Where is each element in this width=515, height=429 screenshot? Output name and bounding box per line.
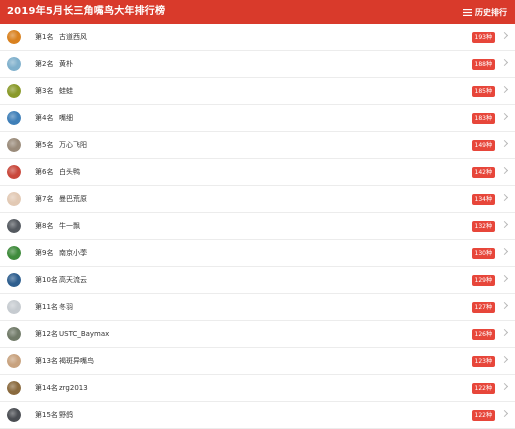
page-header: 2019年5月长三角嘴鸟大年排行榜 历史排行: [0, 0, 515, 24]
rank-label: 第12名: [35, 330, 58, 338]
ranking-row[interactable]: 第8名 牛一飘 132种: [0, 213, 515, 240]
user-name: 冬羽: [59, 303, 73, 311]
avatar: [7, 165, 21, 179]
user-name: zrg2013: [59, 384, 88, 392]
ranking-row[interactable]: 第7名 曼巴荒原 134种: [0, 186, 515, 213]
rank-label: 第3名: [35, 87, 54, 95]
user-name: 南京小荸: [59, 249, 87, 257]
ranking-row[interactable]: 第5名 万心飞阳 149种: [0, 132, 515, 159]
avatar: [7, 408, 21, 422]
ranking-row[interactable]: 第10名 高天流云 129种: [0, 267, 515, 294]
user-name: 曼巴荒原: [59, 195, 87, 203]
ranking-row[interactable]: 第14名 zrg2013 122种: [0, 375, 515, 402]
ranking-row[interactable]: 第13名 褐斑异嘴鸟 123种: [0, 348, 515, 375]
ranking-row[interactable]: 第12名 USTC_Baymax 126种: [0, 321, 515, 348]
avatar: [7, 192, 21, 206]
chevron-right-icon: [500, 85, 509, 94]
chevron-right-icon: [500, 355, 509, 364]
species-count-badge: 123种: [471, 356, 495, 367]
chevron-right-icon: [500, 193, 509, 202]
avatar: [7, 327, 21, 341]
avatar: [7, 111, 21, 125]
species-count-badge: 183种: [471, 113, 495, 124]
rank-label: 第13名: [35, 357, 58, 365]
avatar: [7, 219, 21, 233]
rank-label: 第10名: [35, 276, 58, 284]
user-name: 牛一飘: [59, 222, 80, 230]
user-name: 万心飞阳: [59, 141, 87, 149]
chevron-right-icon: [500, 31, 509, 40]
chevron-right-icon: [500, 139, 509, 148]
ranking-row[interactable]: 第1名 古道西风 193种: [0, 24, 515, 51]
ranking-row[interactable]: 第4名 嘴细 183种: [0, 105, 515, 132]
rank-label: 第14名: [35, 384, 58, 392]
ranking-row[interactable]: 第9名 南京小荸 130种: [0, 240, 515, 267]
chevron-right-icon: [500, 409, 509, 418]
chevron-right-icon: [500, 220, 509, 229]
species-count-badge: 126种: [471, 329, 495, 340]
avatar: [7, 138, 21, 152]
chevron-right-icon: [500, 247, 509, 256]
menu-icon: [463, 8, 472, 16]
species-count-badge: 188种: [471, 59, 495, 70]
user-name: 褐斑异嘴鸟: [59, 357, 94, 365]
avatar: [7, 84, 21, 98]
ranking-list: 第1名 古道西风 193种第2名 黄朴 188种第3名 蛙蛙 185种第4名 嘴细 183种第5…: [0, 24, 515, 429]
history-ranking-label: 历史排行: [475, 7, 507, 17]
chevron-right-icon: [500, 274, 509, 283]
rank-label: 第7名: [35, 195, 54, 203]
ranking-row[interactable]: 第6名 白头鸭 142种: [0, 159, 515, 186]
species-count-badge: 149种: [471, 140, 495, 151]
species-count-badge: 129种: [471, 275, 495, 286]
user-name: 古道西风: [59, 33, 87, 41]
species-count-badge: 185种: [471, 86, 495, 97]
rank-label: 第11名: [35, 303, 58, 311]
user-name: 嘴细: [59, 114, 73, 122]
species-count-badge: 122种: [471, 383, 495, 394]
species-count-badge: 130种: [471, 248, 495, 259]
chevron-right-icon: [500, 328, 509, 337]
chevron-right-icon: [500, 166, 509, 175]
chevron-right-icon: [500, 382, 509, 391]
avatar: [7, 354, 21, 368]
rank-label: 第4名: [35, 114, 54, 122]
ranking-row[interactable]: 第11名 冬羽 127种: [0, 294, 515, 321]
avatar: [7, 300, 21, 314]
rank-label: 第1名: [35, 33, 54, 41]
user-name: 白头鸭: [59, 168, 80, 176]
chevron-right-icon: [500, 112, 509, 121]
avatar: [7, 57, 21, 71]
rank-label: 第6名: [35, 168, 54, 176]
history-ranking-button[interactable]: 历史排行: [463, 0, 507, 24]
species-count-badge: 134种: [471, 194, 495, 205]
chevron-right-icon: [500, 58, 509, 67]
rank-label: 第15名: [35, 411, 58, 419]
user-name: 野鸽: [59, 411, 73, 419]
avatar: [7, 246, 21, 260]
user-name: USTC_Baymax: [59, 330, 110, 338]
avatar: [7, 30, 21, 44]
rank-label: 第2名: [35, 60, 54, 68]
species-count-badge: 122种: [471, 410, 495, 421]
user-name: 高天流云: [59, 276, 87, 284]
species-count-badge: 132种: [471, 221, 495, 232]
rank-label: 第8名: [35, 222, 54, 230]
species-count-badge: 193种: [471, 32, 495, 43]
chevron-right-icon: [500, 301, 509, 310]
user-name: 黄朴: [59, 60, 73, 68]
rank-label: 第9名: [35, 249, 54, 257]
ranking-row[interactable]: 第2名 黄朴 188种: [0, 51, 515, 78]
page-title: 2019年5月长三角嘴鸟大年排行榜: [7, 6, 166, 17]
species-count-badge: 127种: [471, 302, 495, 313]
user-name: 蛙蛙: [59, 87, 73, 95]
species-count-badge: 142种: [471, 167, 495, 178]
avatar: [7, 273, 21, 287]
avatar: [7, 381, 21, 395]
rank-label: 第5名: [35, 141, 54, 149]
ranking-row[interactable]: 第3名 蛙蛙 185种: [0, 78, 515, 105]
